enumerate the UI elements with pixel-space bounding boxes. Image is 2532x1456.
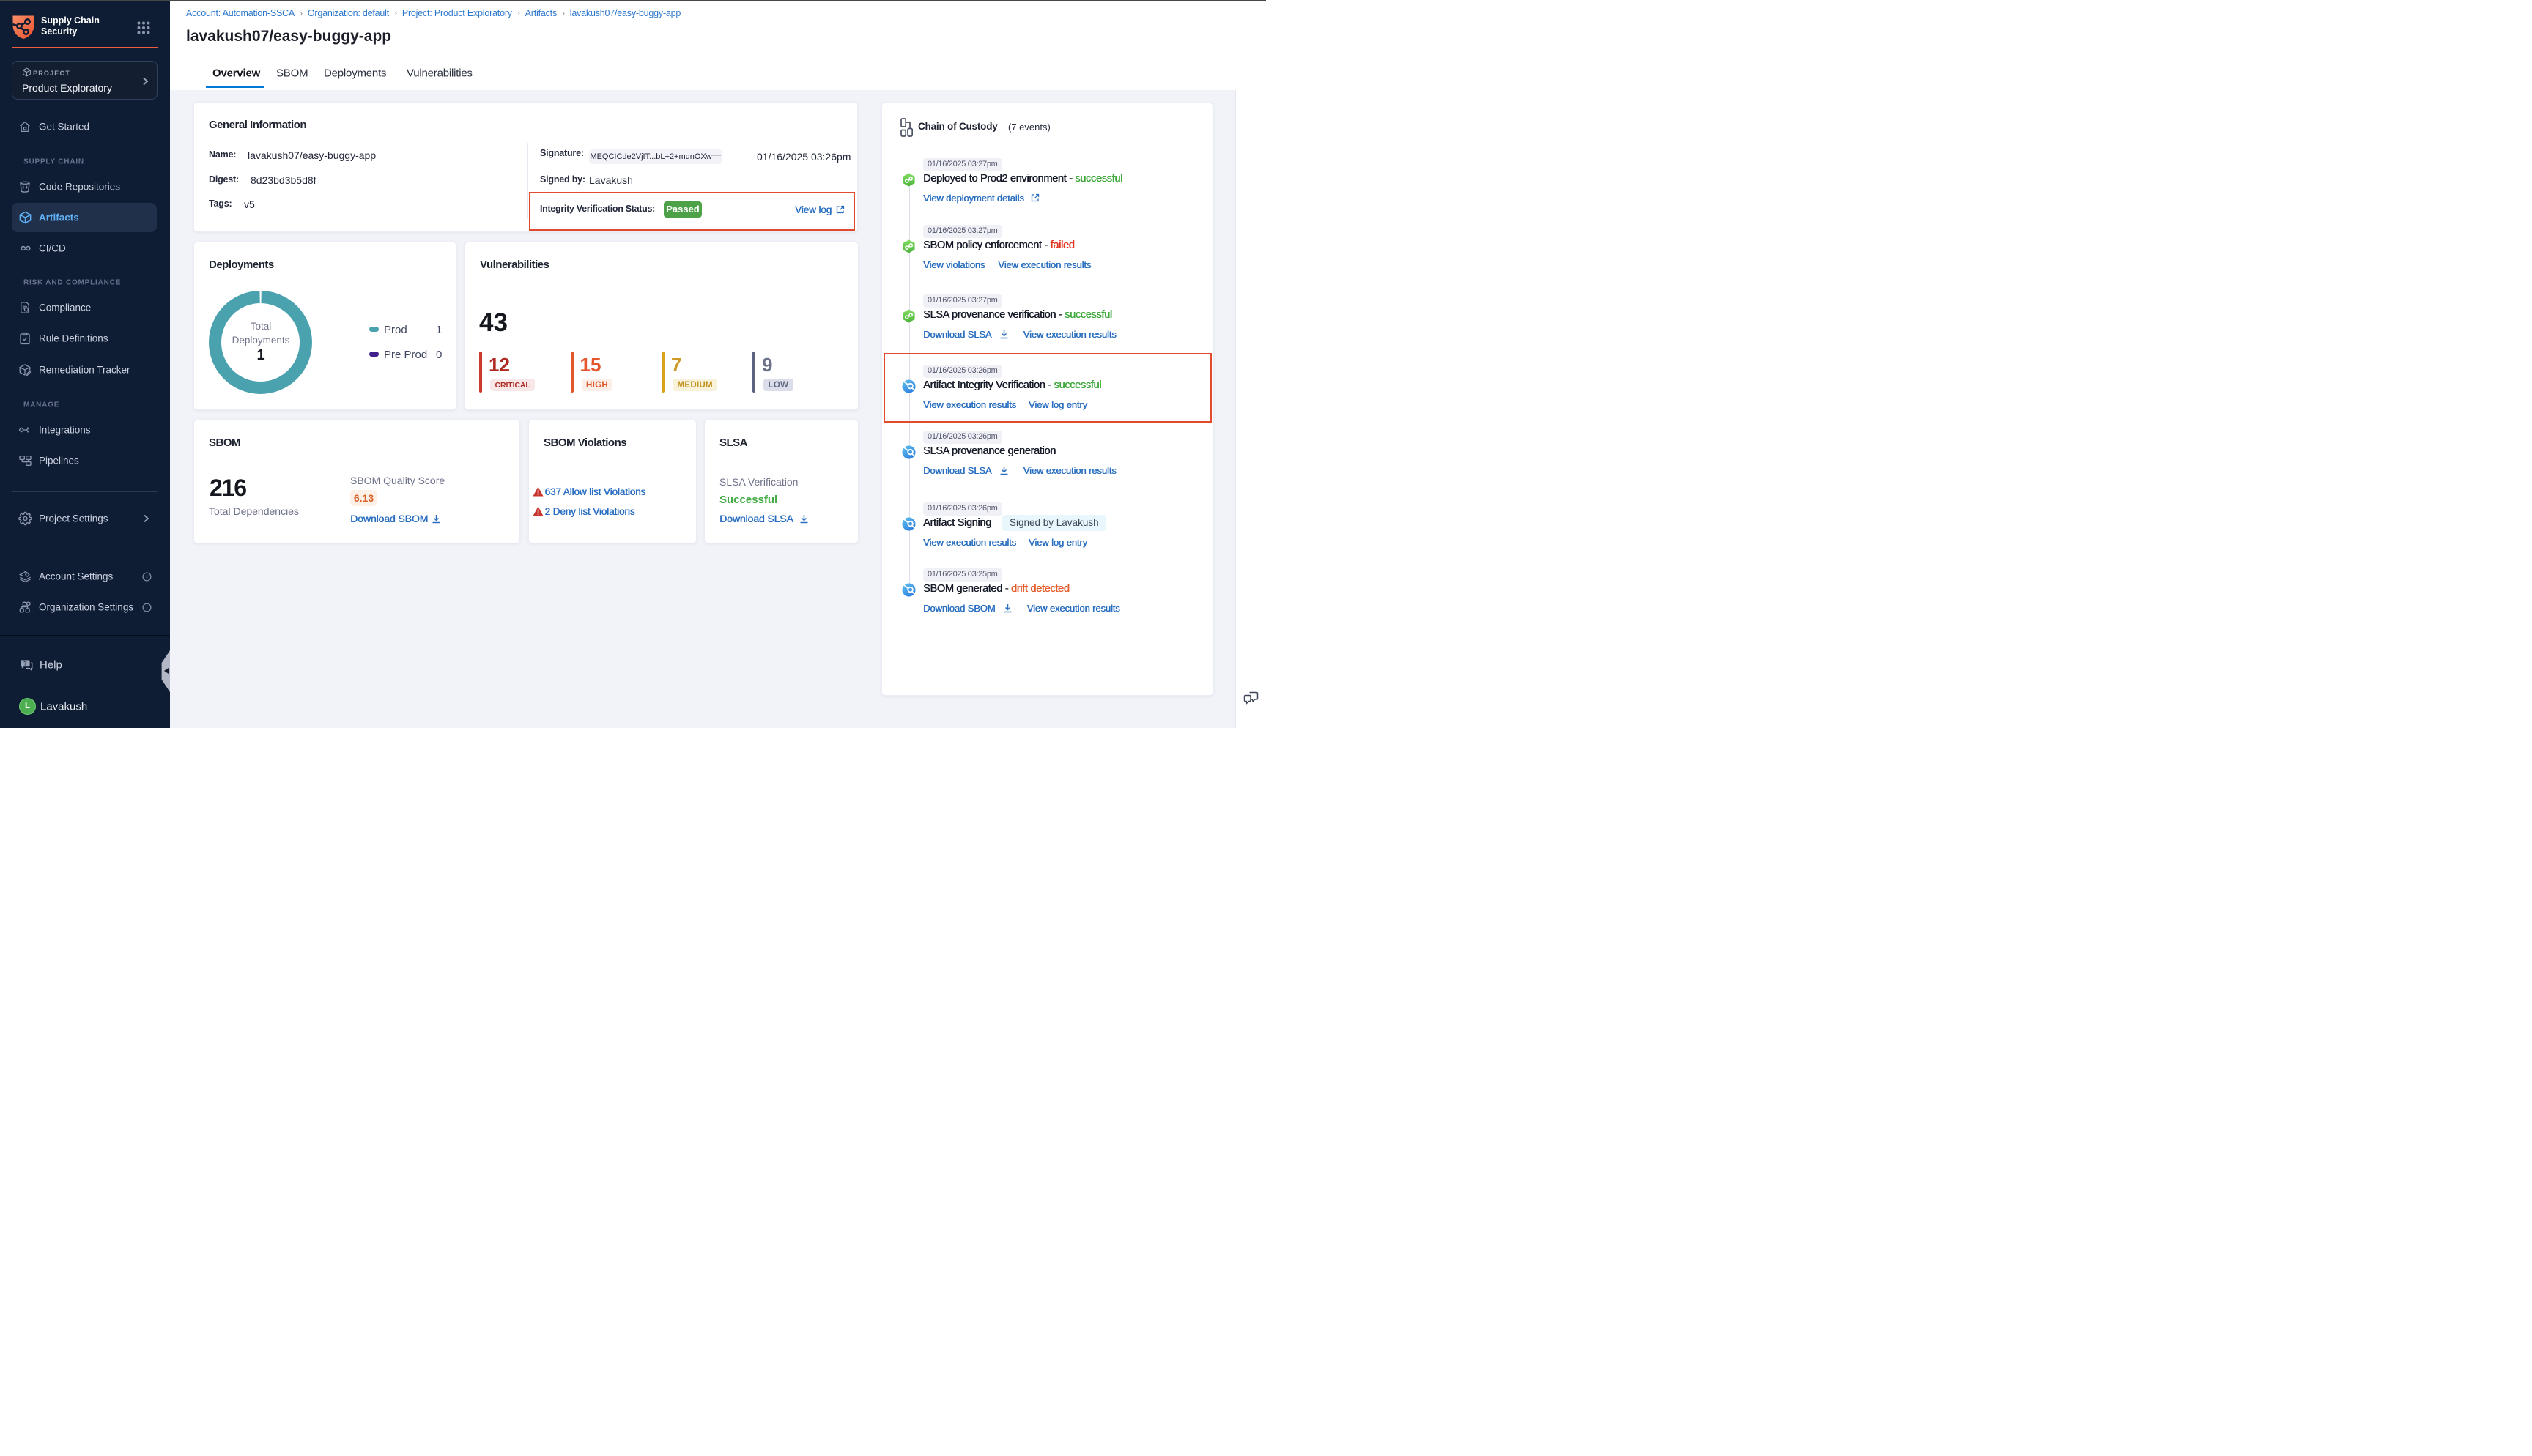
svg-text:?: ? [23,660,27,666]
